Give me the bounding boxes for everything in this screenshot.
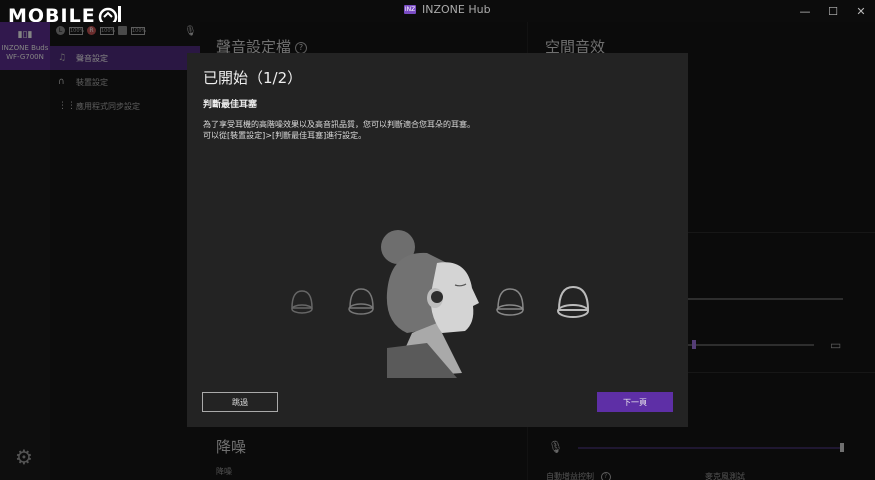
dialog-subtitle: 判斷最佳耳塞 xyxy=(203,100,258,110)
ear-tip-xl-icon xyxy=(557,285,590,318)
earbud-icon xyxy=(431,291,443,303)
app-title-text: INZONE Hub xyxy=(422,3,491,16)
earbud-fit-dialog: 已開始（1/2） 判斷最佳耳塞 為了享受耳機的高階噪效果以及高音訊品質，您可以判… xyxy=(187,53,688,427)
ear-tip-illustration xyxy=(291,230,590,378)
next-button[interactable]: 下一頁 xyxy=(597,392,673,412)
close-button[interactable]: ✕ xyxy=(847,0,875,22)
title-bar: MOBILE INZ INZONE Hub — ☐ ✕ xyxy=(0,0,875,27)
ear-tip-s-icon xyxy=(348,288,374,315)
dialog-title: 已開始（1/2） xyxy=(203,69,303,87)
dialog-desc-line2: 可以從[裝置設定]>[判斷最佳耳塞]進行設定。 xyxy=(203,131,367,140)
window-controls: — ☐ ✕ xyxy=(791,0,875,22)
app-title: INZ INZONE Hub xyxy=(404,3,491,16)
dialog-desc-line1: 為了享受耳機的高階噪效果以及高音訊品質，您可以判斷適合您耳朵的耳塞。 xyxy=(203,120,475,129)
inzone-logo-icon: INZ xyxy=(404,5,416,14)
skip-button[interactable]: 跳過 xyxy=(202,392,278,412)
ear-tip-xs-icon xyxy=(291,290,313,314)
dialog-description: 為了享受耳機的高階噪效果以及高音訊品質，您可以判斷適合您耳朵的耳塞。 可以從[裝… xyxy=(203,119,673,141)
minimize-button[interactable]: — xyxy=(791,0,819,22)
ear-tip-l-icon xyxy=(496,288,524,316)
app-window: MOBILE INZ INZONE Hub — ☐ ✕ ▮▯▮ INZONE B… xyxy=(0,0,875,480)
maximize-button[interactable]: ☐ xyxy=(819,0,847,22)
